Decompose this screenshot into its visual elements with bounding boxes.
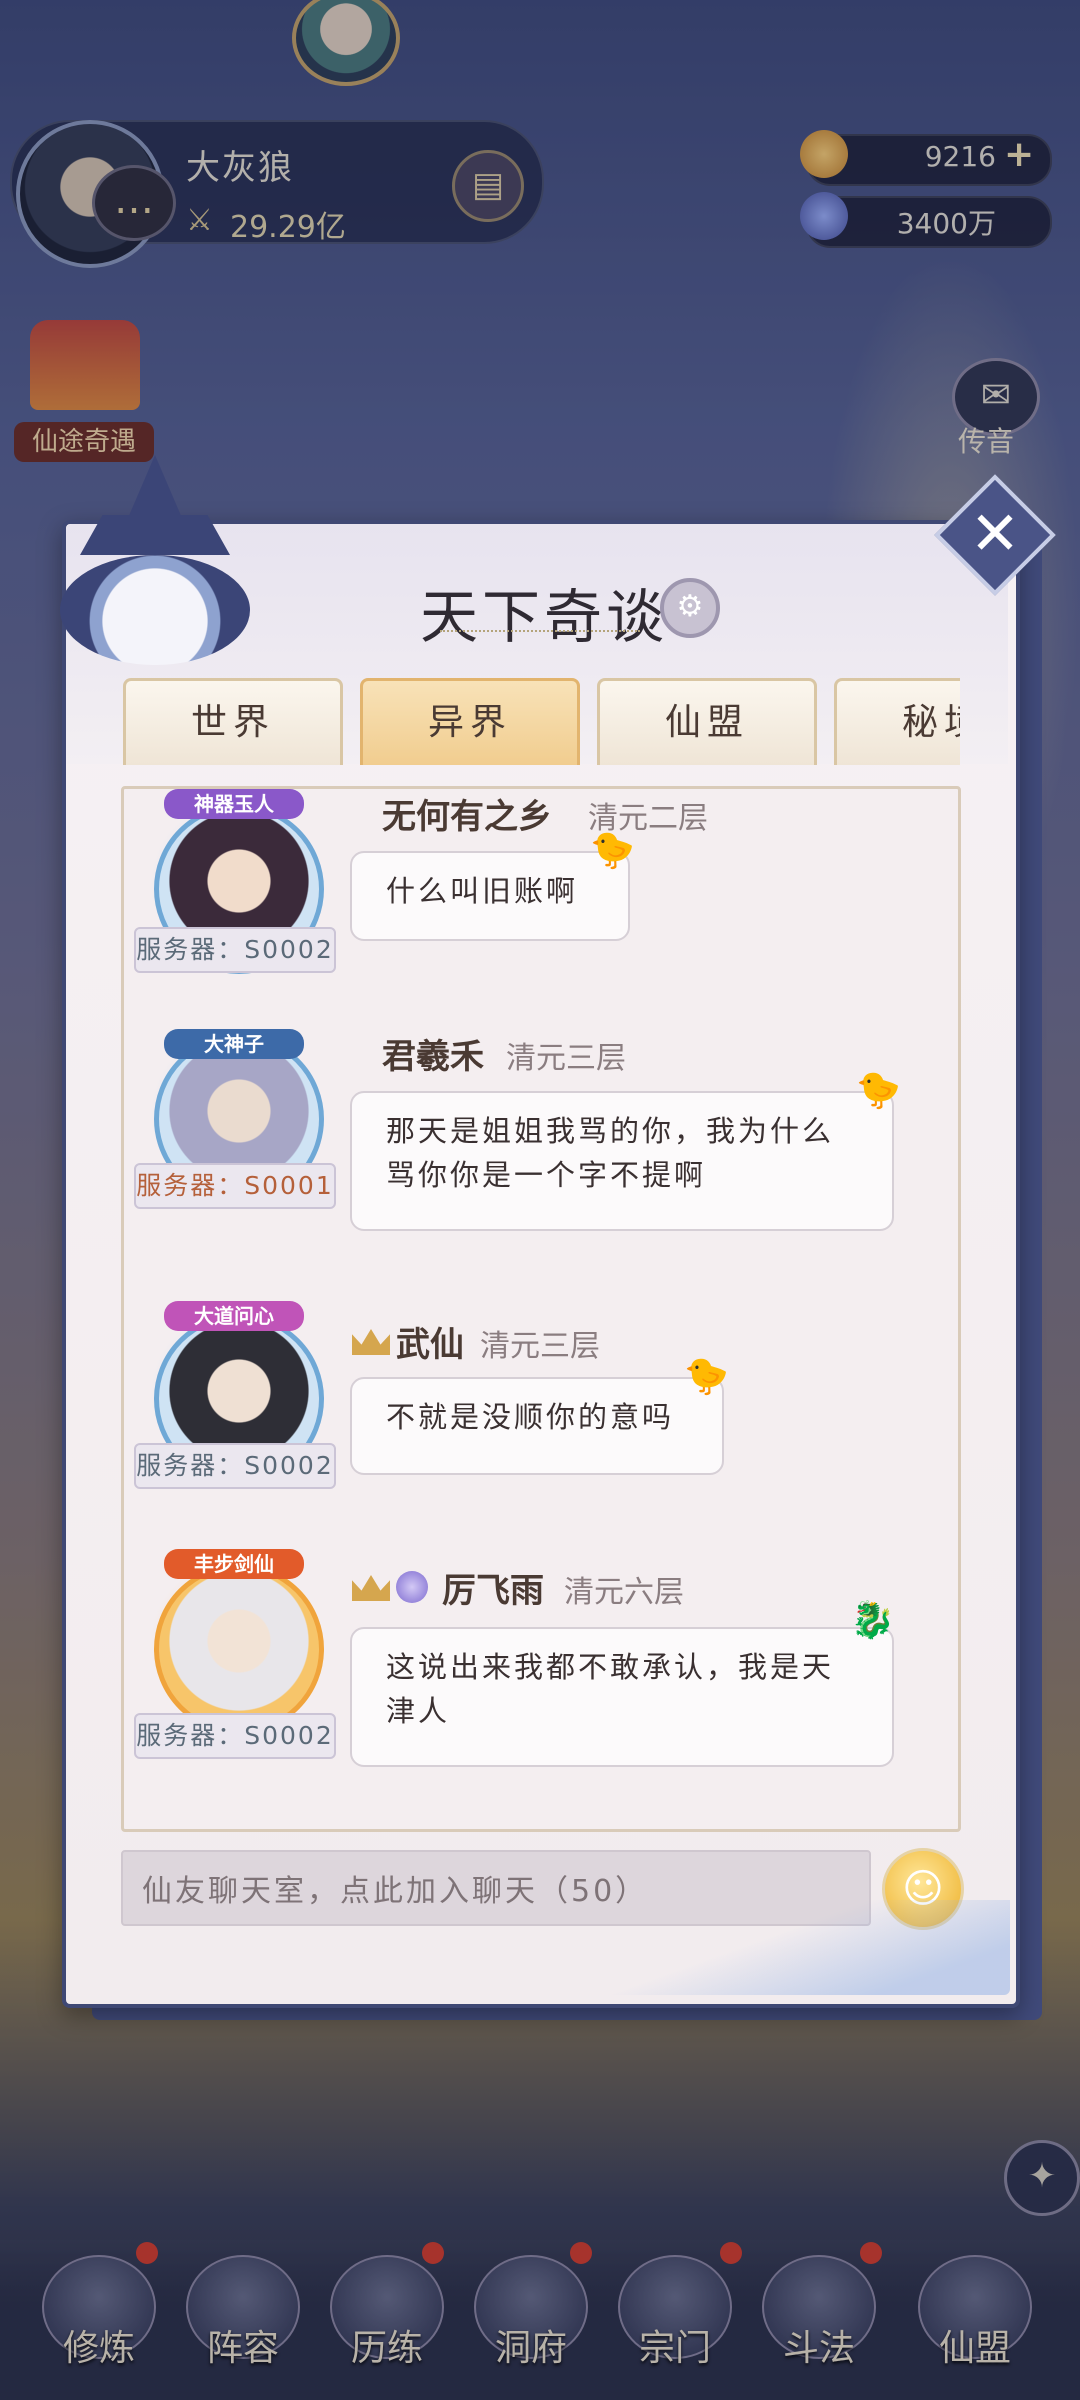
- tab-label: 秘境: [901, 702, 960, 743]
- chat-input-placeholder: 仙友聊天室，点此加入聊天（50）: [142, 1874, 649, 1909]
- avatar-title-badge: 丰步剑仙: [164, 1549, 304, 1579]
- server-tag: 服务器：S0002: [134, 1713, 336, 1759]
- duck-icon: 🐤: [856, 1070, 901, 1111]
- tab-world[interactable]: 世界: [123, 678, 343, 765]
- crown-icon: [352, 1329, 390, 1355]
- tab-secret[interactable]: 秘境: [834, 678, 960, 765]
- avatar[interactable]: [154, 1564, 324, 1734]
- message-bubble: 什么叫旧账啊: [350, 851, 630, 941]
- server-tag: 服务器：S0002: [134, 1443, 336, 1489]
- tab-otherworld[interactable]: 异界: [360, 678, 580, 765]
- server-tag: 服务器：S0002: [134, 927, 336, 973]
- avatar-title-badge: 大神子: [164, 1029, 304, 1059]
- sender-name[interactable]: 武仙: [396, 1317, 464, 1366]
- pagoda-decoration: [40, 455, 270, 665]
- sender-name[interactable]: 君羲禾: [382, 1029, 484, 1078]
- tab-label: 异界: [427, 702, 512, 743]
- dialog-title: 天下奇谈: [420, 583, 669, 651]
- tab-label: 世界: [190, 702, 275, 743]
- message-bubble: 不就是没顺你的意吗: [350, 1377, 724, 1475]
- message-bubble: 那天是姐姐我骂的你，我为什么骂你你是一个字不提啊: [350, 1091, 894, 1231]
- dialog-wave-decoration: [600, 1900, 1010, 1995]
- message-bubble: 这说出来我都不敢承认，我是天津人: [350, 1627, 894, 1767]
- server-tag: 服务器：S0001: [134, 1163, 336, 1209]
- sender-realm: 清元三层: [480, 1329, 600, 1364]
- duck-icon: 🐤: [590, 830, 635, 871]
- dragon-icon: 🐉: [850, 1600, 895, 1641]
- duck-icon: 🐤: [684, 1356, 729, 1397]
- title-ornament: [440, 630, 640, 638]
- gem-icon: [396, 1571, 428, 1603]
- avatar-title-badge: 大道问心: [164, 1301, 304, 1331]
- tab-alliance[interactable]: 仙盟: [597, 678, 817, 765]
- tab-secret-clip: 秘境: [830, 676, 960, 766]
- message-list[interactable]: 神器玉人 服务器：S0002 无何有之乡 清元二层 什么叫旧账啊 🐤 大神子 服…: [121, 786, 961, 1832]
- tab-label: 仙盟: [664, 702, 749, 743]
- crown-icon: [352, 1575, 390, 1601]
- sender-name[interactable]: 无何有之乡: [382, 789, 552, 838]
- sender-realm: 清元三层: [506, 1041, 626, 1076]
- sender-name[interactable]: 厉飞雨: [442, 1563, 544, 1612]
- sender-realm: 清元六层: [564, 1575, 684, 1610]
- avatar-title-badge: 神器玉人: [164, 789, 304, 819]
- gear-icon[interactable]: ⚙: [660, 578, 720, 638]
- close-icon[interactable]: ✕: [952, 492, 1038, 578]
